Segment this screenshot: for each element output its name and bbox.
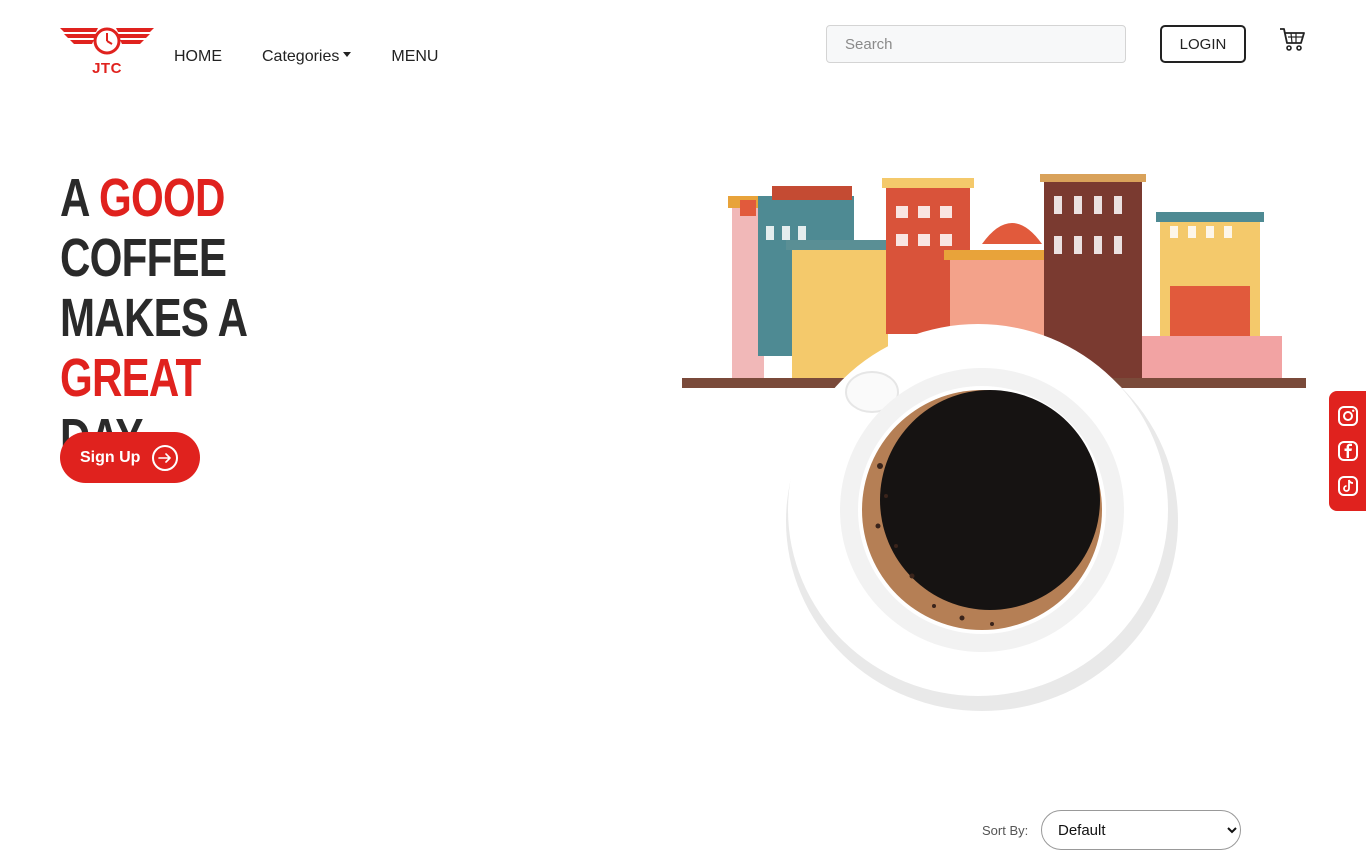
nav-categories-dropdown[interactable]: Categories	[262, 48, 352, 66]
login-button[interactable]: LOGIN	[1160, 25, 1246, 63]
search-input[interactable]	[826, 25, 1126, 63]
nav-menu[interactable]: MENU	[391, 48, 438, 66]
social-sidebar	[1329, 391, 1366, 511]
facebook-icon[interactable]	[1336, 439, 1360, 463]
logo-text: JTC	[92, 60, 122, 77]
headline-text: MAKES A	[60, 288, 246, 348]
hero-headline: A GOOD COFFEE MAKES A GREAT DAY	[60, 168, 388, 468]
headline-text: A	[60, 168, 99, 228]
hero-illustration	[682, 166, 1306, 726]
signup-label: Sign Up	[80, 448, 141, 466]
nav-categories-label: Categories	[262, 48, 340, 65]
nav-home[interactable]: HOME	[174, 48, 222, 66]
headline-highlight-good: GOOD	[99, 168, 225, 228]
city-coffee-illustration	[682, 174, 1306, 711]
brand-logo[interactable]: JTC	[58, 22, 156, 78]
caret-down-icon	[343, 52, 352, 58]
headline-text: COFFEE	[60, 228, 227, 288]
sort-select[interactable]: Default	[1041, 810, 1241, 850]
instagram-icon[interactable]	[1336, 404, 1360, 428]
sort-label: Sort By:	[982, 823, 1029, 838]
cart-icon[interactable]	[1278, 26, 1306, 52]
arrow-right-icon	[152, 444, 179, 471]
tiktok-icon[interactable]	[1336, 474, 1360, 498]
signup-button[interactable]: Sign Up	[60, 432, 200, 483]
headline-highlight-great: GREAT	[60, 348, 201, 408]
main-nav: HOME Categories MENU	[174, 48, 478, 66]
